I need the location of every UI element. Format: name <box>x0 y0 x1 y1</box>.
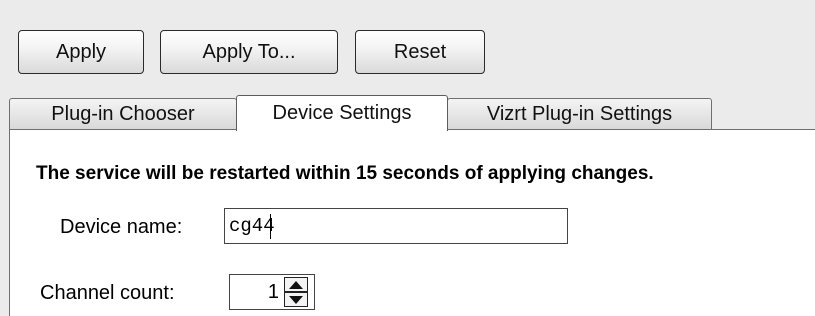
text-caret <box>270 214 271 239</box>
tab-plugin-chooser[interactable]: Plug-in Chooser <box>9 98 237 130</box>
reset-button[interactable]: Reset <box>355 30 485 74</box>
spin-up-button[interactable] <box>284 277 308 292</box>
tab-vizrt-plugin-settings[interactable]: Vizrt Plug-in Settings <box>447 98 712 130</box>
restart-notice: The service will be restarted within 15 … <box>36 163 654 184</box>
tab-bar: Plug-in Chooser Device Settings Vizrt Pl… <box>0 95 815 131</box>
spin-down-button[interactable] <box>284 292 308 307</box>
device-name-label: Device name: <box>60 216 183 238</box>
apply-to-button[interactable]: Apply To... <box>160 30 338 74</box>
triangle-up-icon <box>289 280 303 289</box>
channel-count-value[interactable]: 1 <box>230 275 279 309</box>
apply-button[interactable]: Apply <box>18 30 144 74</box>
device-name-input[interactable] <box>224 208 568 244</box>
tab-device-settings[interactable]: Device Settings <box>236 95 448 131</box>
triangle-down-icon <box>289 295 303 304</box>
channel-count-stepper[interactable]: 1 <box>229 274 315 310</box>
toolbar: Apply Apply To... Reset <box>0 0 815 86</box>
channel-count-label: Channel count: <box>40 282 175 304</box>
